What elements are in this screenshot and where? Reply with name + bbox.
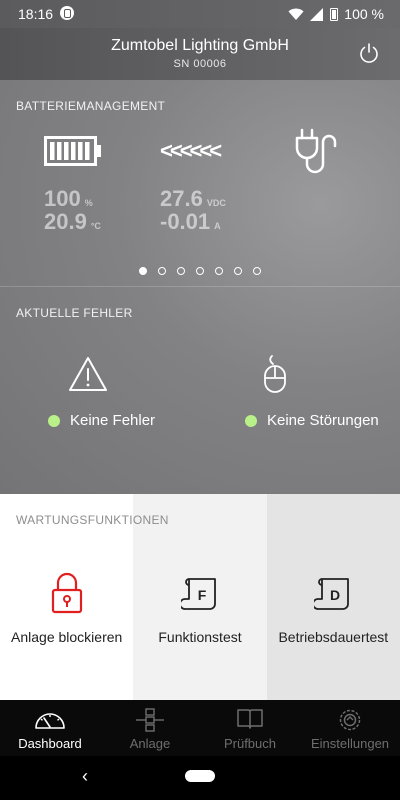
current-unit: A xyxy=(214,221,221,231)
errors-status-label: Keine Fehler xyxy=(70,412,156,429)
block-system-button[interactable]: Anlage blockieren xyxy=(0,494,133,700)
duration-test-button[interactable]: D Betriebsdauertest xyxy=(267,494,400,700)
warning-triangle-icon xyxy=(69,357,107,391)
temperature-metric: 20.9 °C xyxy=(44,209,101,235)
charge-flow-arrows: <<<<<< xyxy=(160,138,222,163)
bottom-navigation: Dashboard Anlage Prüfbuch Einstellungen xyxy=(0,700,400,756)
temperature-value: 20.9 xyxy=(44,209,87,234)
gauge-icon xyxy=(35,713,65,729)
notification-app-icon xyxy=(60,6,74,20)
power-icon[interactable] xyxy=(356,40,382,66)
company-title: Zumtobel Lighting GmbH xyxy=(111,37,289,54)
back-icon[interactable]: ‹ xyxy=(82,766,88,787)
nav-pruefbuch-label: Prüfbuch xyxy=(223,736,277,751)
page-dot-6[interactable] xyxy=(234,267,242,275)
page-dot-7[interactable] xyxy=(253,267,261,275)
section-divider xyxy=(0,286,400,287)
serial-number: SN 00006 xyxy=(173,58,227,70)
charge-value: 100 xyxy=(44,186,81,211)
power-plug-icon xyxy=(295,128,337,174)
scroll-f-icon: F xyxy=(180,578,216,610)
ok-status-dot xyxy=(48,414,60,427)
current-metric: -0.01 A xyxy=(160,209,221,235)
nav-anlage-label: Anlage xyxy=(129,736,171,751)
page-dot-4[interactable] xyxy=(196,267,204,275)
function-test-label: Funktionstest xyxy=(158,629,242,645)
system-navigation-bar: ‹ xyxy=(0,756,400,800)
charge-unit: % xyxy=(84,198,93,208)
page-dot-1[interactable] xyxy=(139,267,147,275)
current-errors-label: AKTUELLE FEHLER xyxy=(16,306,133,320)
duration-test-label: Betriebsdauertest xyxy=(278,629,389,645)
lock-icon xyxy=(51,572,82,614)
nav-anlage[interactable]: Anlage xyxy=(100,700,200,756)
status-time: 18:16 xyxy=(18,6,54,22)
battery-full-icon xyxy=(44,136,101,166)
sensor-device-icon xyxy=(264,355,286,393)
nav-pruefbuch[interactable]: Prüfbuch xyxy=(200,700,300,756)
scroll-d-letter: D xyxy=(330,587,340,603)
faults-status: Keine Störungen xyxy=(245,412,379,429)
nav-dashboard[interactable]: Dashboard xyxy=(0,700,100,756)
voltage-value: 27.6 xyxy=(160,186,203,211)
page-dot-5[interactable] xyxy=(215,267,223,275)
app-header: Zumtobel Lighting GmbH SN 00006 xyxy=(0,28,400,80)
status-panel: BATTERIEMANAGEMENT <<<<<< 100% 20.9 °C 27… xyxy=(0,80,400,494)
scroll-d-icon: D xyxy=(314,578,350,610)
nav-einstellungen[interactable]: Einstellungen xyxy=(300,700,400,756)
page-dot-3[interactable] xyxy=(177,267,185,275)
errors-status: Keine Fehler xyxy=(48,412,155,429)
nav-dashboard-label: Dashboard xyxy=(18,736,82,751)
ok-status-dot xyxy=(245,414,257,427)
wifi-icon xyxy=(288,8,304,20)
settings-icon xyxy=(339,709,361,731)
function-test-button[interactable]: F Funktionstest xyxy=(133,494,266,700)
battery-percent: 100 % xyxy=(344,6,384,22)
home-button[interactable] xyxy=(185,770,215,782)
nav-einstellungen-label: Einstellungen xyxy=(310,736,390,751)
signal-icon xyxy=(310,7,324,21)
page-dot-2[interactable] xyxy=(158,267,166,275)
battery-status-icon xyxy=(330,7,339,21)
scroll-f-letter: F xyxy=(198,587,207,603)
status-indicators: 100 % xyxy=(288,6,384,22)
maintenance-section: WARTUNGSFUNKTIONEN Anlage blockieren F F… xyxy=(0,494,400,700)
voltage-unit: VDC xyxy=(206,198,226,208)
current-value: -0.01 xyxy=(160,209,211,234)
faults-status-label: Keine Störungen xyxy=(267,412,379,429)
temperature-unit: °C xyxy=(90,221,101,231)
status-bar: 18:16 100 % xyxy=(0,0,400,28)
network-icon xyxy=(136,708,164,732)
battery-management-label: BATTERIEMANAGEMENT xyxy=(16,99,166,113)
page-indicator[interactable] xyxy=(0,267,400,275)
block-system-label: Anlage blockieren xyxy=(11,629,123,645)
book-icon xyxy=(237,709,263,729)
